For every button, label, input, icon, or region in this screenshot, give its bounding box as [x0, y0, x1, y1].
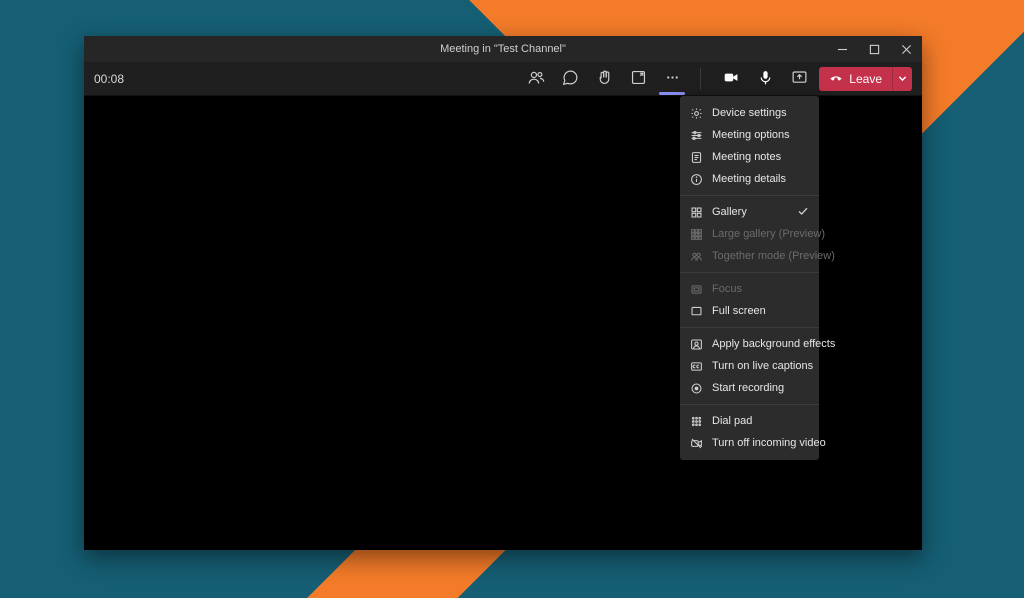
dialpad-icon — [690, 415, 703, 428]
breakout-rooms-icon — [630, 69, 647, 89]
note-icon — [690, 151, 703, 164]
video-off-icon — [690, 437, 703, 450]
hang-up-icon — [829, 70, 843, 87]
raise-hand-icon — [596, 69, 613, 89]
menu-item-label: Meeting notes — [712, 151, 781, 163]
leave-menu-button[interactable] — [892, 67, 912, 91]
menu-item-meeting-options[interactable]: Meeting options — [680, 124, 819, 146]
leave-button[interactable]: Leave — [819, 67, 912, 91]
call-timer: 00:08 — [94, 72, 156, 86]
menu-item-together-mode: Together mode (Preview) — [680, 245, 819, 267]
sliders-icon — [690, 129, 703, 142]
menu-item-live-captions[interactable]: Turn on live captions — [680, 355, 819, 377]
menu-separator — [680, 195, 819, 196]
menu-item-background-effects[interactable]: Apply background effects — [680, 333, 819, 355]
menu-item-label: Device settings — [712, 107, 787, 119]
menu-item-dial-pad[interactable]: Dial pad — [680, 410, 819, 432]
teams-meeting-window: Meeting in "Test Channel" 00:08 — [84, 36, 922, 550]
menu-separator — [680, 272, 819, 273]
microphone-icon — [757, 69, 774, 89]
record-icon — [690, 382, 703, 395]
camera-icon — [723, 69, 740, 89]
menu-item-label: Together mode (Preview) — [712, 250, 835, 262]
reactions-button[interactable] — [594, 69, 614, 89]
menu-separator — [680, 327, 819, 328]
menu-item-label: Apply background effects — [712, 338, 835, 350]
menu-item-label: Focus — [712, 283, 742, 295]
people-icon — [528, 69, 545, 89]
active-indicator — [659, 92, 685, 95]
share-screen-icon — [791, 69, 808, 89]
fullscreen-icon — [690, 305, 703, 318]
menu-item-turn-off-incoming[interactable]: Turn off incoming video — [680, 432, 819, 454]
cc-icon — [690, 360, 703, 373]
menu-item-focus: Focus — [680, 278, 819, 300]
menu-item-start-recording[interactable]: Start recording — [680, 377, 819, 399]
large-grid-icon — [690, 228, 703, 241]
toolbar-icons — [526, 68, 809, 90]
camera-button[interactable] — [721, 69, 741, 89]
menu-item-label: Full screen — [712, 305, 766, 317]
close-button[interactable] — [892, 36, 920, 62]
maximize-button[interactable] — [860, 36, 888, 62]
menu-item-gallery[interactable]: Gallery — [680, 201, 819, 223]
person-bg-icon — [690, 338, 703, 351]
chevron-down-icon — [898, 72, 907, 86]
desktop-background: Meeting in "Test Channel" 00:08 — [0, 0, 1024, 598]
chat-button[interactable] — [560, 69, 580, 89]
menu-item-label: Meeting options — [712, 129, 790, 141]
menu-item-label: Meeting details — [712, 173, 786, 185]
window-controls — [828, 36, 920, 62]
menu-item-label: Gallery — [712, 206, 747, 218]
menu-separator — [680, 404, 819, 405]
leave-button-label: Leave — [849, 72, 882, 86]
gear-icon — [690, 107, 703, 120]
title-bar: Meeting in "Test Channel" — [84, 36, 922, 62]
more-actions-menu: Device settings Meeting options Meeting no… — [680, 96, 819, 460]
together-icon — [690, 250, 703, 263]
menu-item-meeting-details[interactable]: Meeting details — [680, 168, 819, 190]
menu-item-large-gallery: Large gallery (Preview) — [680, 223, 819, 245]
menu-item-device-settings[interactable]: Device settings — [680, 102, 819, 124]
share-button[interactable] — [789, 69, 809, 89]
mic-button[interactable] — [755, 69, 775, 89]
menu-item-label: Start recording — [712, 382, 784, 394]
minimize-button[interactable] — [828, 36, 856, 62]
meeting-toolbar: 00:08 — [84, 62, 922, 96]
menu-item-full-screen[interactable]: Full screen — [680, 300, 819, 322]
leave-button-main[interactable]: Leave — [819, 70, 892, 87]
menu-item-label: Large gallery (Preview) — [712, 228, 825, 240]
rooms-button[interactable] — [628, 69, 648, 89]
menu-item-label: Turn off incoming video — [712, 437, 826, 449]
focus-icon — [690, 283, 703, 296]
meeting-stage: Device settings Meeting options Meeting no… — [84, 96, 922, 550]
more-icon — [664, 69, 681, 89]
menu-item-label: Turn on live captions — [712, 360, 813, 372]
participants-button[interactable] — [526, 69, 546, 89]
check-icon — [797, 205, 809, 220]
chat-icon — [562, 69, 579, 89]
grid-icon — [690, 206, 703, 219]
menu-item-meeting-notes[interactable]: Meeting notes — [680, 146, 819, 168]
window-title: Meeting in "Test Channel" — [440, 43, 566, 55]
more-actions-button[interactable] — [662, 69, 682, 89]
menu-item-label: Dial pad — [712, 415, 752, 427]
toolbar-divider — [700, 68, 701, 90]
info-icon — [690, 173, 703, 186]
